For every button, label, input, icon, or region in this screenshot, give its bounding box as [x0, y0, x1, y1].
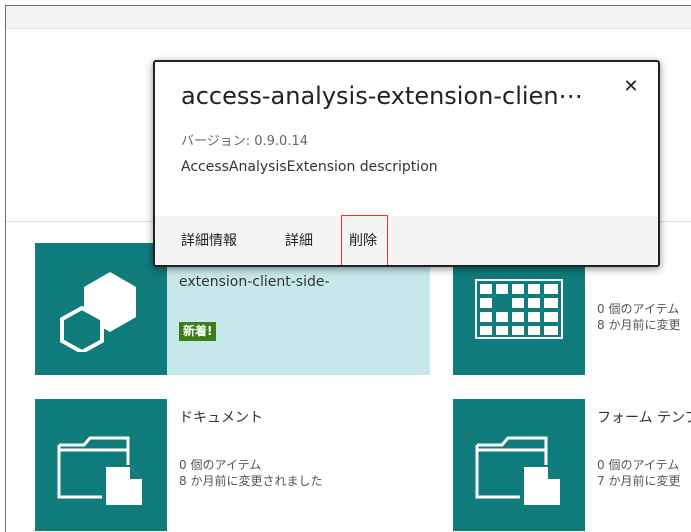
details-link[interactable]: 詳細	[285, 230, 313, 250]
close-icon[interactable]: ✕	[620, 75, 642, 97]
modified-time: 8 か月前に変更	[597, 318, 681, 332]
app-details-callout: access-analysis-extension-clien⋯ ✕ バージョン…	[153, 60, 660, 267]
app-icon	[60, 272, 136, 352]
callout-actions: 詳細情報 詳細 削除	[155, 215, 658, 265]
documents-tile-icon-block[interactable]	[35, 399, 167, 531]
calendar-icon	[475, 279, 563, 339]
site-contents-panel: extension-client-side- 新着! 0 個のアイテム 8 か月…	[5, 5, 691, 532]
tile-title[interactable]: extension-client-side-	[179, 274, 330, 290]
remove-link[interactable]: 削除	[349, 230, 377, 250]
app-tile-icon-block[interactable]	[35, 243, 167, 375]
modified-time: 7 か月前に変更	[597, 474, 681, 488]
close-glyph: ✕	[623, 75, 639, 97]
new-badge: 新着!	[179, 322, 217, 341]
document-library-icon	[475, 436, 560, 505]
tile-title[interactable]: ドキュメント	[179, 407, 263, 427]
documents-tile-info[interactable]: ドキュメント 0 個のアイテム 8 か月前に変更されました	[167, 399, 430, 531]
modified-time: 8 か月前に変更されました	[179, 474, 323, 488]
details-info-link[interactable]: 詳細情報	[181, 230, 237, 250]
form-templates-tile-icon-block[interactable]	[453, 399, 585, 531]
top-bar	[6, 6, 691, 29]
version-text: バージョン: 0.9.0.14	[181, 134, 309, 149]
tile-title[interactable]: フォーム テンプ	[597, 407, 691, 427]
callout-title: access-analysis-extension-clien⋯	[181, 82, 583, 110]
document-library-icon	[57, 436, 142, 505]
item-count: 0 個のアイテム	[179, 458, 262, 472]
item-count: 0 個のアイテム	[597, 458, 680, 472]
description-text: AccessAnalysisExtension description	[181, 159, 438, 175]
form-templates-tile-info[interactable]: フォーム テンプ 0 個のアイテム 7 か月前に変更	[585, 399, 691, 531]
item-count: 0 個のアイテム	[597, 302, 680, 316]
